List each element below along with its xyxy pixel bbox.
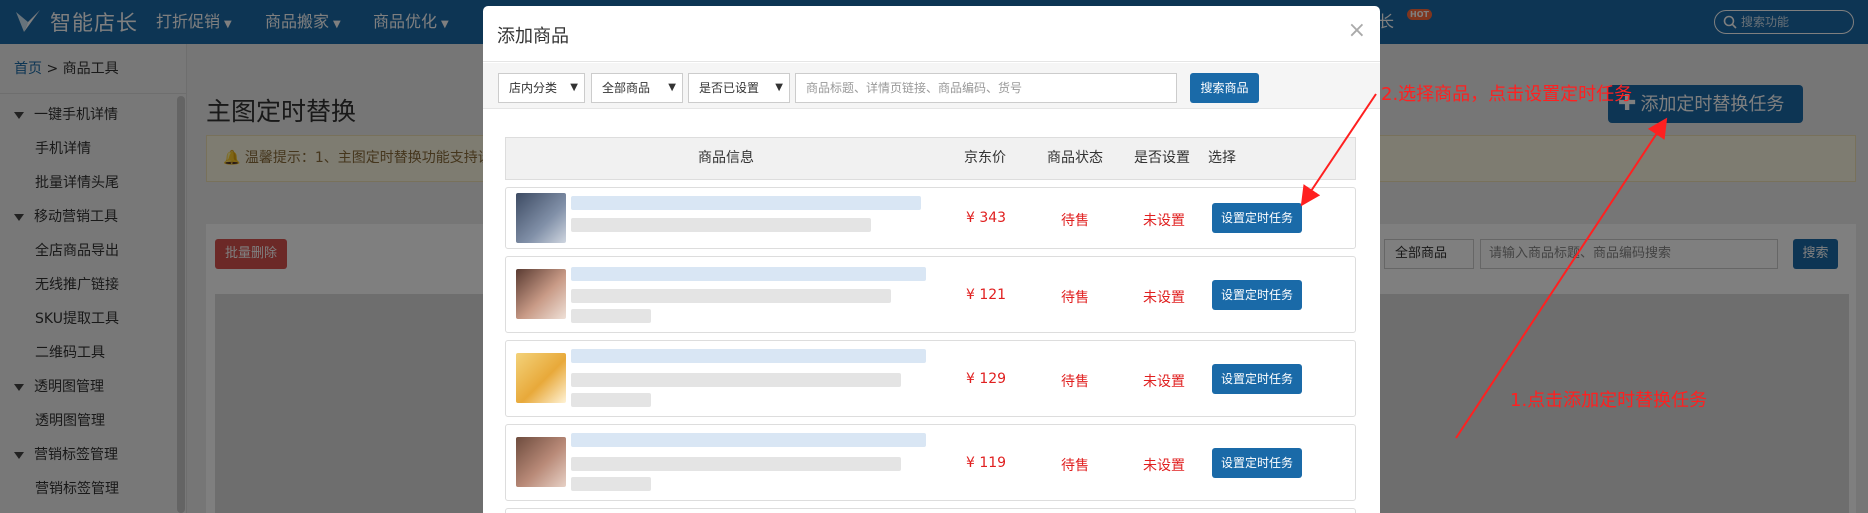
annotation-arrows (1300, 93, 1668, 439)
arrow-to-add-button (1455, 117, 1668, 439)
arrow-to-set-button (1300, 93, 1377, 207)
